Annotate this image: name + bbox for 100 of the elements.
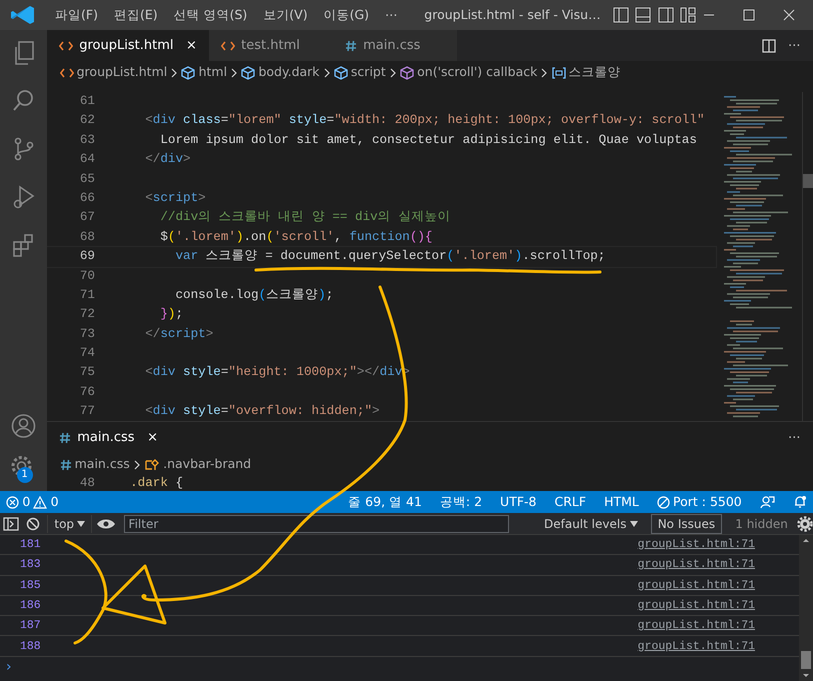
chevron-icon [230, 68, 238, 78]
line-number: 61 [78, 93, 96, 110]
menu-item[interactable]: 보기(V) [255, 6, 316, 24]
hidden-count: 1 hidden [734, 516, 789, 532]
line-number: 65 [78, 170, 96, 188]
layout-icon[interactable] [635, 7, 652, 23]
code-icon [220, 40, 235, 52]
line-number: 67 [78, 209, 96, 226]
layout-icon[interactable] [658, 7, 674, 23]
line-number: 71 [78, 286, 96, 304]
code-line: var 스크롤양 = document.querySelector('.lorem').scrollTop; [174, 248, 606, 266]
status-item[interactable]: 줄 69, 열 41 [348, 492, 422, 512]
hash-icon [60, 458, 72, 470]
warning-count[interactable]: 0 [50, 492, 59, 512]
menu-item[interactable]: 선택 영역(S) [166, 6, 256, 24]
notification-badge: 1 [16, 467, 32, 483]
code-line: Lorem ipsum dolor sit amet, consectetur adipisicing elit. Quae voluptas [159, 132, 697, 149]
menu-item[interactable]: 이동(G) [316, 6, 378, 24]
selector-icon [144, 458, 160, 472]
breadcrumb-item[interactable]: script [350, 63, 386, 82]
caret-icon [630, 520, 638, 526]
status-item[interactable]: 공백: 2 [440, 492, 482, 512]
log-value: 185 [19, 578, 41, 594]
line-number: 63 [78, 132, 96, 149]
code-line: }); [159, 306, 184, 324]
source-link[interactable]: groupList.html:71 [638, 576, 799, 594]
line-number: 48 [78, 476, 96, 490]
breadcrumb-item[interactable]: 스크롤양 [568, 63, 621, 82]
layout-icon[interactable] [613, 7, 630, 23]
line-number: 69 [78, 248, 96, 266]
line-number: 70 [78, 268, 96, 285]
cube-icon [400, 66, 414, 80]
no-entry-icon [656, 496, 670, 508]
line-number: 62 [78, 112, 96, 130]
breadcrumb-item[interactable]: groupList.html [76, 63, 168, 82]
sidebar-toggle-icon[interactable] [3, 516, 20, 530]
editor-tab[interactable]: test.html [208, 30, 333, 61]
eye-icon[interactable] [95, 516, 118, 530]
line-number: 77 [78, 403, 96, 420]
menu-item[interactable]: 편집(E) [106, 6, 166, 24]
line-number: 76 [78, 384, 96, 401]
code-line: //div의 스크롤바 내린 양 == div의 실제높이 [159, 209, 450, 226]
grid-layout-icon[interactable] [680, 7, 696, 23]
more-actions-button[interactable]: ⋯ [788, 36, 800, 55]
breadcrumb-item[interactable]: body.dark [258, 63, 320, 82]
cube-icon [181, 66, 196, 80]
account-icon[interactable] [11, 413, 36, 439]
breadcrumb-item[interactable]: .navbar-brand [163, 455, 252, 474]
console-prompt[interactable]: › [0, 656, 799, 678]
bell-icon[interactable] [792, 495, 807, 509]
code-line: <div style="overflow: hidden;"> [144, 403, 380, 420]
panel-tab[interactable]: main.css × [47, 422, 170, 453]
code-line: console.log(스크롤양); [174, 286, 334, 304]
source-link[interactable]: groupList.html:71 [638, 638, 799, 655]
menu-item[interactable]: 파일(F) [47, 6, 106, 24]
maximize-icon[interactable] [743, 9, 755, 21]
status-item[interactable]: HTML [604, 492, 639, 512]
code-icon [59, 40, 73, 52]
code-icon [60, 66, 74, 78]
close-icon[interactable] [783, 9, 795, 21]
split-editor-icon[interactable] [762, 38, 776, 52]
feedback-icon[interactable] [760, 495, 775, 509]
extensions-icon[interactable] [11, 232, 36, 258]
close-tab-button[interactable]: × [147, 428, 158, 448]
code-line: <script> [144, 190, 206, 207]
run-debug-icon[interactable] [11, 184, 36, 210]
source-link[interactable]: groupList.html:71 [638, 596, 799, 614]
code-line: $('.lorem').on('scroll', function(){ [159, 228, 432, 246]
settings-icon[interactable] [797, 516, 813, 532]
issues-button[interactable]: No Issues [650, 514, 722, 534]
hand-drawn-arrowhead [102, 564, 166, 624]
line-number: 73 [78, 326, 96, 343]
status-item[interactable]: UTF-8 [500, 492, 536, 512]
line-number: 75 [78, 364, 96, 382]
context-select[interactable]: top [47, 514, 92, 532]
close-tab-button[interactable]: × [186, 36, 197, 56]
source-link[interactable]: groupList.html:71 [638, 556, 799, 574]
port-status[interactable]: Port : 5500 [656, 492, 742, 512]
more-actions-button[interactable]: ⋯ [788, 428, 813, 447]
breadcrumb-item[interactable]: main.css [74, 455, 130, 474]
editor-tab[interactable]: groupList.html × [47, 30, 209, 61]
error-count[interactable]: 0 [22, 492, 30, 512]
line-number: 72 [78, 306, 96, 324]
chevron-icon [540, 68, 548, 78]
window-title: groupList.html - self - Visu… [424, 6, 601, 24]
line-number: 64 [78, 151, 96, 168]
log-value: 187 [19, 618, 41, 634]
error-icon [6, 496, 20, 508]
log-value: 188 [19, 638, 41, 654]
filter-field[interactable]: Filter [124, 514, 509, 532]
editor-tab[interactable]: main.css [332, 30, 457, 61]
breadcrumb-item[interactable]: html [198, 63, 228, 82]
status-item[interactable]: CRLF [554, 492, 586, 512]
source-link[interactable]: groupList.html:71 [638, 536, 799, 554]
source-link[interactable]: groupList.html:71 [638, 617, 799, 634]
log-value: 186 [19, 598, 41, 614]
breadcrumb-item[interactable]: on('scroll') callback [417, 63, 538, 82]
cube-icon [241, 66, 256, 80]
more-menu[interactable]: ⋯ [377, 6, 406, 24]
log-levels-select[interactable]: Default levels [538, 514, 644, 532]
